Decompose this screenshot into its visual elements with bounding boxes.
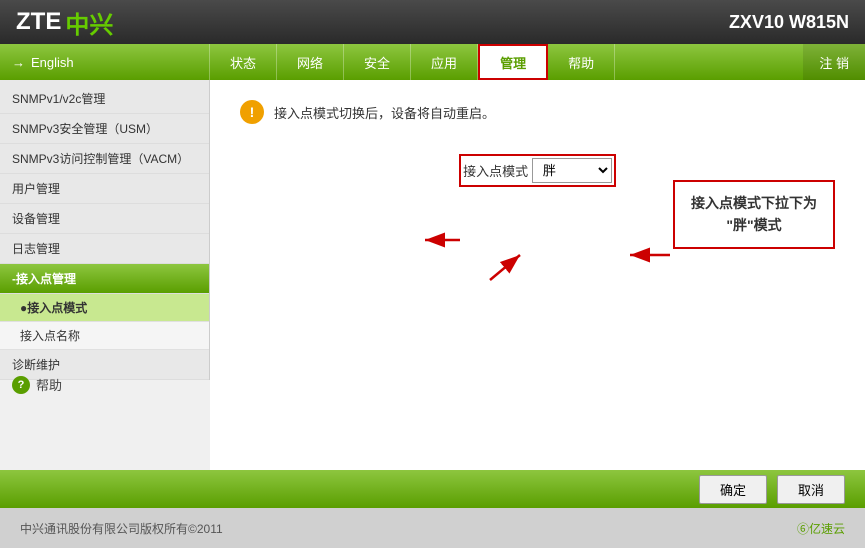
warning-icon: !	[240, 100, 264, 124]
nav-item-security[interactable]: 安全	[344, 44, 411, 80]
sidebar-item-snmpv3security[interactable]: SNMPv3安全管理（USM）	[0, 114, 209, 144]
logo: ZTE中兴	[16, 5, 113, 40]
sidebar-item-usermgmt[interactable]: 用户管理	[0, 174, 209, 204]
sidebar-help-button[interactable]: ? 帮助	[0, 367, 210, 402]
warning-bar: ! 接入点模式切换后，设备将自动重启。	[240, 100, 835, 124]
logo-zte-text: ZTE	[16, 8, 61, 36]
bottom-bar: 中兴通讯股份有限公司版权所有©2011 ⑥亿速云	[0, 508, 865, 548]
nav-item-network[interactable]: 网络	[277, 44, 344, 80]
annotation-box: 接入点模式下拉下为 "胖"模式	[673, 180, 835, 249]
sidebar-item-devicemgmt[interactable]: 设备管理	[0, 204, 209, 234]
nav-item-apps[interactable]: 应用	[411, 44, 478, 80]
nav-item-status[interactable]: 状态	[210, 44, 277, 80]
sidebar-help-label: 帮助	[36, 375, 62, 394]
sidebar-item-logmgmt[interactable]: 日志管理	[0, 234, 209, 264]
sidebar: SNMPv1/v2c管理 SNMPv3安全管理（USM） SNMPv3访问控制管…	[0, 80, 210, 380]
nav-lang-button[interactable]: → English	[0, 44, 210, 80]
sidebar-container: SNMPv1/v2c管理 SNMPv3安全管理（USM） SNMPv3访问控制管…	[0, 80, 210, 470]
header: ZTE中兴 ZXV10 W815N	[0, 0, 865, 44]
main-layout: SNMPv1/v2c管理 SNMPv3安全管理（USM） SNMPv3访问控制管…	[0, 80, 865, 470]
form-label: 接入点模式	[463, 161, 528, 180]
cancel-button[interactable]: 取消	[777, 475, 845, 504]
confirm-button[interactable]: 确定	[699, 475, 767, 504]
sidebar-item-snmpv3access[interactable]: SNMPv3访问控制管理（VACM）	[0, 144, 209, 174]
annotation-line2: "胖"模式	[691, 214, 817, 236]
ap-mode-select[interactable]: 胖 瘦	[532, 158, 612, 183]
copyright-text: 中兴通讯股份有限公司版权所有©2011	[20, 520, 223, 537]
sidebar-subitem-apmode[interactable]: ●接入点模式	[0, 294, 209, 322]
help-circle-icon: ?	[12, 376, 30, 394]
logo-cn-text: 中兴	[65, 5, 113, 40]
nav-item-help[interactable]: 帮助	[548, 44, 615, 80]
arrows-overlay	[210, 80, 865, 470]
nav-lang-arrow-icon: →	[12, 55, 25, 70]
nav-logout-button[interactable]: 注 销	[803, 44, 865, 80]
footer-bar: 确定 取消	[0, 470, 865, 508]
form-select-wrap: 接入点模式 胖 瘦	[459, 154, 616, 187]
brand-text: ⑥亿速云	[797, 520, 845, 537]
sidebar-item-snmpv1[interactable]: SNMPv1/v2c管理	[0, 84, 209, 114]
content-area: ! 接入点模式切换后，设备将自动重启。 接入点模式 胖 瘦 接入点模式下拉下为 …	[210, 80, 865, 470]
device-name: ZXV10 W815N	[729, 12, 849, 33]
warning-text: 接入点模式切换后，设备将自动重启。	[274, 103, 495, 122]
nav-lang-label: English	[31, 55, 74, 70]
nav-items: 状态 网络 安全 应用 管理 帮助	[210, 44, 803, 80]
navbar: → English 状态 网络 安全 应用 管理 帮助 注 销	[0, 44, 865, 80]
annotation-line1: 接入点模式下拉下为	[691, 192, 817, 214]
sidebar-subitem-apname[interactable]: 接入点名称	[0, 322, 209, 350]
sidebar-item-apmgmt[interactable]: -接入点管理	[0, 264, 209, 294]
nav-item-manage[interactable]: 管理	[478, 44, 548, 80]
